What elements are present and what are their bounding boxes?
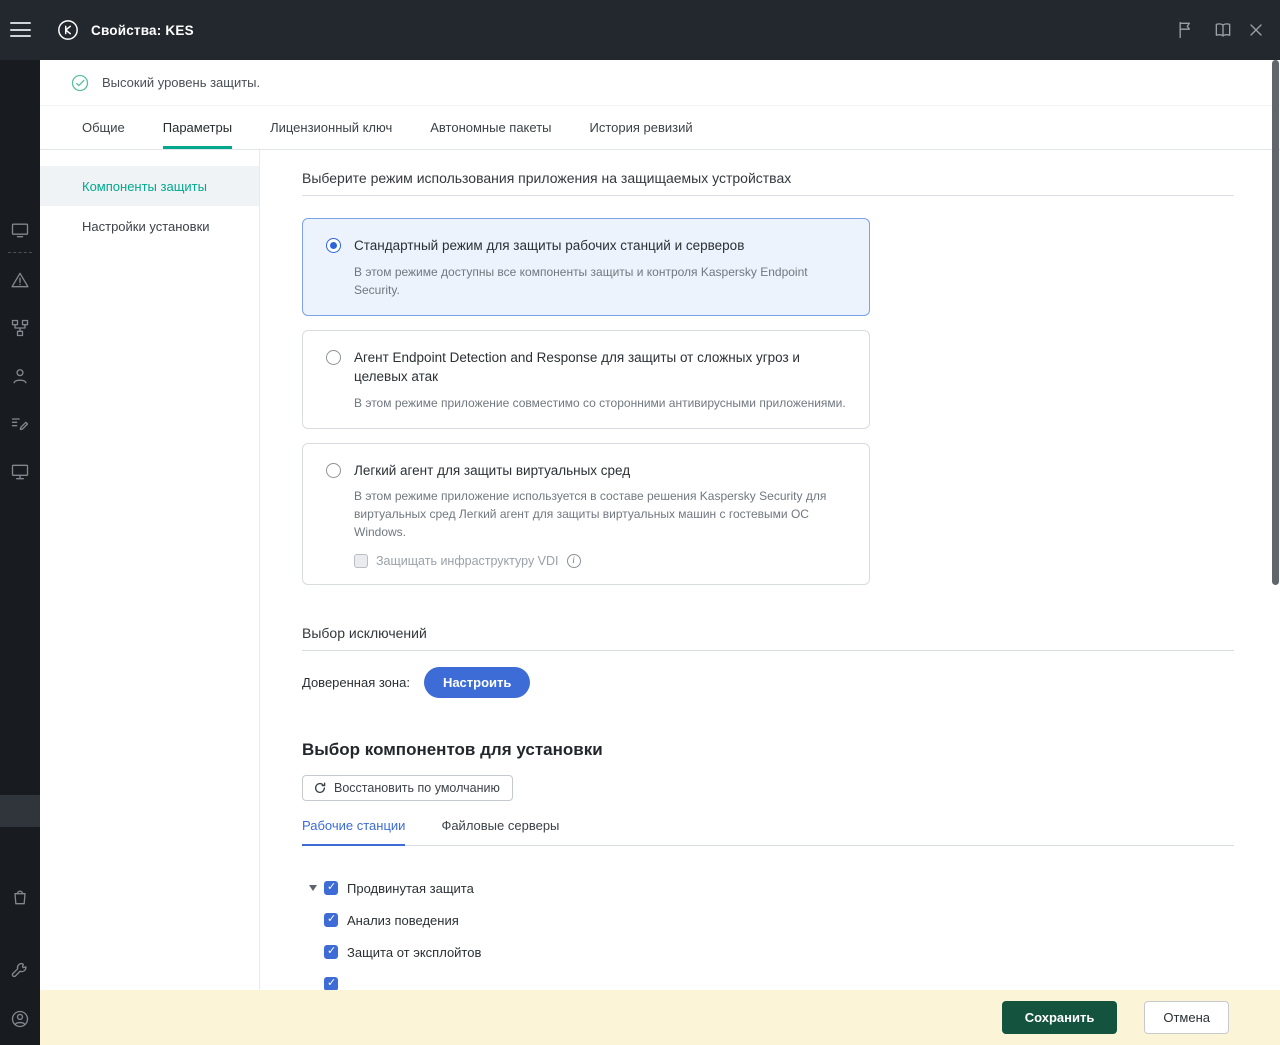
reset-defaults-button[interactable]: Восстановить по умолчанию — [302, 775, 513, 802]
protection-level-banner: Высокий уровень защиты. — [40, 60, 1280, 106]
divider — [302, 650, 1234, 652]
sidebar-item-protection-components[interactable]: Компоненты защиты — [40, 166, 259, 206]
wrench-icon[interactable] — [10, 961, 30, 981]
trusted-zone-label: Доверенная зона: — [302, 675, 410, 691]
tab-standalone-packages[interactable]: Автономные пакеты — [430, 106, 551, 149]
mode-option-light-agent[interactable]: Легкий агент для защиты виртуальных сред… — [302, 442, 870, 586]
mode-option-text: Стандартный режим для защиты рабочих ста… — [354, 236, 849, 299]
devices-icon[interactable] — [10, 462, 30, 482]
protection-level-text: Высокий уровень защиты. — [102, 75, 261, 90]
divider — [302, 195, 1234, 196]
console-icon[interactable] — [10, 220, 30, 240]
radio-edr-mode[interactable] — [326, 349, 341, 365]
trusted-zone-row: Доверенная зона: Настроить — [302, 667, 1234, 699]
option-title: Агент Endpoint Detection and Response дл… — [354, 349, 800, 385]
item-checkbox[interactable] — [324, 912, 338, 928]
vdi-checkbox-label: Защищать инфраструктуру VDI — [376, 554, 559, 569]
radio-light-agent-mode[interactable] — [326, 462, 341, 478]
app-window: Свойства: KES Высокий уровень защиты. Об… — [0, 0, 1280, 1045]
check-circle-icon — [70, 73, 90, 93]
flag-icon[interactable] — [1176, 20, 1196, 40]
vdi-checkbox-row: Защищать инфраструктуру VDI — [354, 554, 849, 569]
configure-button[interactable]: Настроить — [423, 667, 531, 699]
vertical-scrollbar — [1271, 60, 1280, 1045]
body: Компоненты защиты Настройки установки Вы… — [40, 150, 1280, 990]
close-icon[interactable] — [1246, 20, 1266, 40]
option-title: Легкий агент для защиты виртуальных сред — [354, 462, 631, 478]
tab-revision-history[interactable]: История ревизий — [590, 106, 693, 149]
tree-group-row: Продвинутая защита — [302, 872, 1234, 904]
option-desc: В этом режиме приложение совместимо со с… — [354, 395, 846, 410]
hierarchy-icon[interactable] — [10, 318, 30, 338]
alert-triangle-icon[interactable] — [10, 270, 30, 290]
exclusions-title: Выбор исключений — [302, 625, 427, 642]
tree-item-label: Анализ поведения — [347, 912, 459, 928]
mode-options: Стандартный режим для защиты рабочих ста… — [302, 218, 870, 586]
main-tabs: Общие Параметры Лицензионный ключ Автоно… — [40, 106, 1280, 150]
components-section-title: Выбор компонентов для установки — [302, 740, 603, 760]
option-title: Стандартный режим для защиты рабочих ста… — [354, 238, 745, 253]
mode-option-edr-agent[interactable]: Агент Endpoint Detection and Response дл… — [302, 329, 870, 429]
left-rail — [0, 0, 40, 1045]
tree-group-label: Продвинутая защита — [347, 880, 474, 896]
components-tree: Продвинутая защита Анализ поведения Защи… — [302, 872, 1234, 990]
mode-option-standard[interactable]: Стандартный режим для защиты рабочих ста… — [302, 218, 870, 316]
rail-divider — [8, 252, 32, 253]
reset-defaults-label: Восстановить по умолчанию — [334, 781, 500, 796]
marketplace-bag-icon[interactable] — [10, 887, 30, 907]
components-tabs: Рабочие станции Файловые серверы — [302, 818, 1234, 847]
save-button[interactable]: Сохранить — [1001, 1001, 1118, 1034]
menu-icon[interactable] — [10, 19, 31, 40]
tab-workstations[interactable]: Рабочие станции — [302, 818, 406, 847]
item-checkbox[interactable] — [324, 976, 338, 990]
group-checkbox[interactable] — [324, 880, 338, 896]
account-circle-icon[interactable] — [10, 1009, 30, 1029]
mode-option-text: Легкий агент для защиты виртуальных сред… — [354, 461, 849, 569]
vdi-checkbox[interactable] — [354, 554, 368, 569]
exclusions-section: Выбор исключений Доверенная зона: Настро… — [302, 625, 1234, 699]
tree-item-label: Защита от эксплойтов — [347, 944, 482, 960]
refresh-icon — [314, 782, 326, 794]
manual-book-icon[interactable] — [1213, 20, 1233, 40]
radio-standard-mode[interactable] — [326, 238, 341, 253]
tab-obshchie[interactable]: Общие — [82, 106, 125, 149]
titlebar: Свойства: KES — [0, 0, 1280, 60]
option-desc: В этом режиме доступны все компоненты за… — [354, 264, 808, 297]
chevron-down-icon[interactable] — [309, 885, 317, 892]
mode-section-title: Выберите режим использования приложения … — [302, 170, 792, 186]
option-desc: В этом режиме приложение используется в … — [354, 489, 827, 540]
tab-license-key[interactable]: Лицензионный ключ — [270, 106, 392, 149]
kaspersky-logo-icon — [57, 19, 79, 41]
tree-item-row: Анализ поведения — [302, 904, 1234, 936]
tree-item-row-clipped — [302, 968, 1234, 990]
scrollbar-thumb[interactable] — [1272, 60, 1279, 585]
user-icon[interactable] — [10, 366, 30, 386]
rail-active-indicator[interactable] — [0, 795, 40, 827]
sidebar-item-install-settings[interactable]: Настройки установки — [40, 206, 259, 246]
footer-bar: Сохранить Отмена — [40, 990, 1280, 1045]
item-checkbox[interactable] — [324, 944, 338, 960]
window-title: Свойства: KES — [91, 23, 194, 38]
mode-option-text: Агент Endpoint Detection and Response дл… — [354, 348, 849, 412]
tasks-edit-icon[interactable] — [10, 414, 30, 434]
tab-file-servers[interactable]: Файловые серверы — [441, 818, 559, 846]
settings-content: Выберите режим использования приложения … — [260, 150, 1280, 990]
cancel-button[interactable]: Отмена — [1144, 1001, 1229, 1034]
tab-parametry[interactable]: Параметры — [162, 106, 233, 149]
settings-sidebar: Компоненты защиты Настройки установки — [40, 150, 260, 990]
tree-item-row: Защита от эксплойтов — [302, 936, 1234, 968]
info-icon[interactable] — [566, 554, 581, 569]
